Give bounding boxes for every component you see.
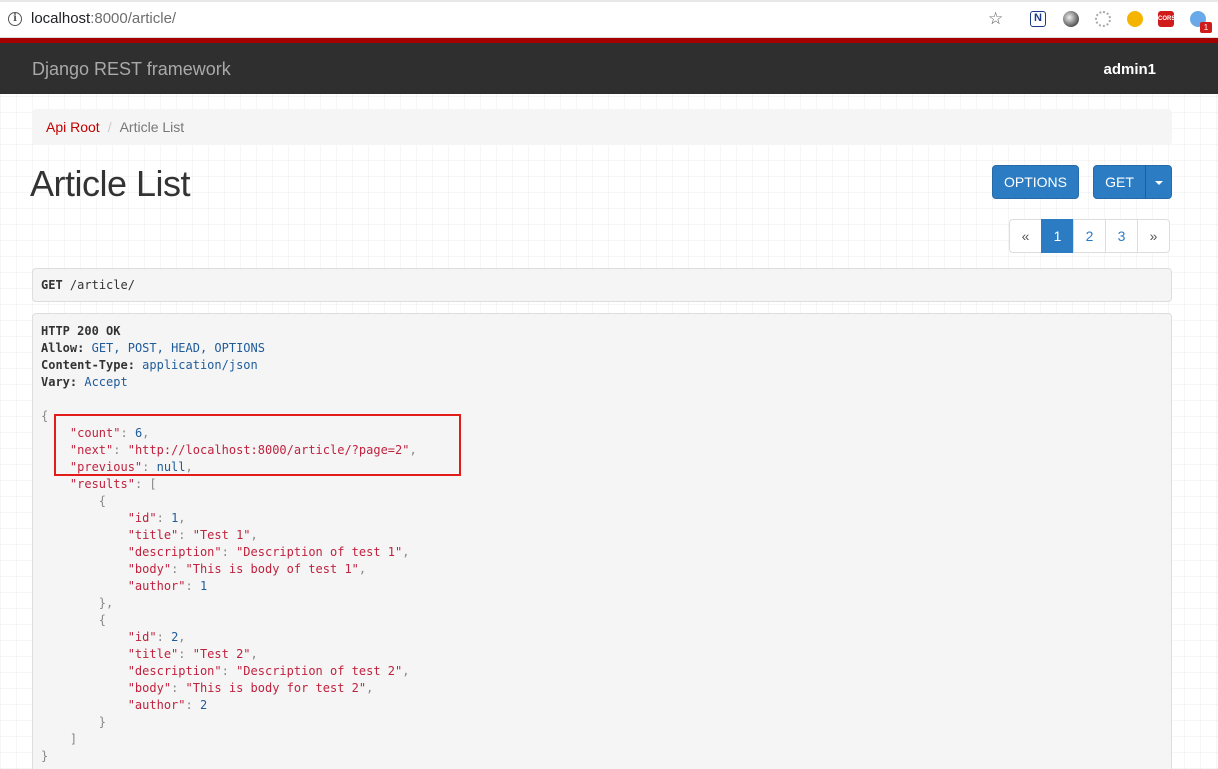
navbar: Django REST framework admin1 (0, 43, 1218, 94)
pagination: « 1 2 3 » (1009, 219, 1170, 253)
header-vary-value: Accept (84, 375, 128, 389)
user-menu[interactable]: admin1 (1103, 61, 1156, 78)
json-line: "title": "Test 1", (127, 528, 258, 542)
extension-cors-icon[interactable]: CORS (1158, 11, 1175, 27)
json-line: } (41, 749, 49, 763)
tab-strip-edge (0, 0, 1218, 2)
extension-gear-icon[interactable] (1095, 11, 1111, 27)
bookmark-star-icon[interactable]: ☆ (988, 9, 1003, 29)
json-line: "author": 1 (127, 579, 208, 593)
breadcrumb-separator: / (107, 119, 112, 135)
header-allow-label: Allow: (41, 341, 85, 355)
json-line: "results": [ (69, 477, 157, 491)
json-line: "body": "This is body for test 2", (127, 681, 374, 695)
request-method: GET (41, 278, 63, 292)
request-info: GET /article/ (32, 268, 1172, 302)
extension-badge: 1 (1200, 22, 1212, 33)
json-line: "description": "Description of test 1", (127, 545, 410, 559)
address-bar[interactable]: localhost:8000/article/ (31, 10, 176, 27)
site-info-icon[interactable]: i (8, 12, 22, 26)
get-format-dropdown-button[interactable] (1145, 165, 1172, 199)
pagination-next[interactable]: » (1137, 219, 1170, 253)
caret-down-icon (1154, 181, 1163, 186)
json-line: "author": 2 (127, 698, 208, 712)
breadcrumb: Api Root / Article List (32, 109, 1172, 145)
header-vary-label: Vary: (41, 375, 78, 389)
pagination-page-3[interactable]: 3 (1105, 219, 1138, 253)
annotation-highlight-box (54, 414, 461, 476)
header-allow-value: GET, POST, HEAD, OPTIONS (91, 341, 265, 355)
json-line: "id": 1, (127, 511, 186, 525)
json-line: { (98, 613, 107, 627)
header-content-type-value: application/json (142, 358, 258, 372)
pagination-page-2[interactable]: 2 (1073, 219, 1106, 253)
json-line: } (98, 715, 107, 729)
get-button[interactable]: GET (1093, 165, 1146, 199)
extension-mail-icon[interactable] (1127, 11, 1143, 27)
navbar-brand[interactable]: Django REST framework (32, 59, 231, 80)
response-status: HTTP 200 OK (41, 324, 121, 338)
json-line: }, (98, 596, 114, 610)
url-path: :8000/article/ (90, 10, 177, 27)
browser-toolbar: i localhost:8000/article/ ☆ N CORS 1 (0, 0, 1218, 38)
pagination-prev[interactable]: « (1009, 219, 1042, 253)
json-line: { (98, 494, 107, 508)
url-host: localhost (31, 10, 91, 27)
json-line: ] (69, 732, 78, 746)
pagination-page-1[interactable]: 1 (1041, 219, 1074, 253)
options-button[interactable]: OPTIONS (992, 165, 1079, 199)
breadcrumb-current: Article List (119, 119, 185, 135)
response-info: HTTP 200 OK Allow: GET, POST, HEAD, OPTI… (32, 313, 1172, 769)
extension-circle-icon[interactable] (1063, 11, 1079, 27)
json-line: "id": 2, (127, 630, 186, 644)
extension-n-icon[interactable]: N (1030, 11, 1046, 27)
page-title: Article List (30, 163, 191, 204)
json-line: "title": "Test 2", (127, 647, 258, 661)
json-line: "body": "This is body of test 1", (127, 562, 367, 576)
json-line: "description": "Description of test 2", (127, 664, 410, 678)
request-path: /article/ (69, 278, 135, 292)
breadcrumb-api-root[interactable]: Api Root (46, 119, 100, 135)
header-content-type-label: Content-Type: (41, 358, 135, 372)
